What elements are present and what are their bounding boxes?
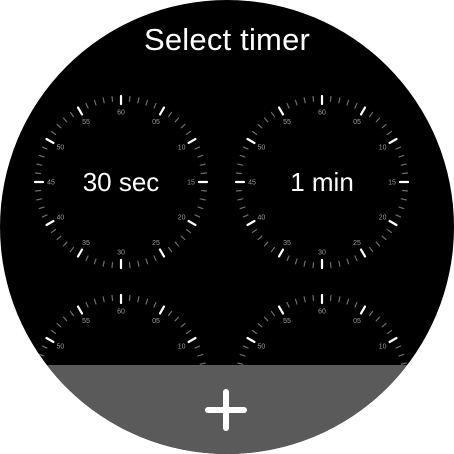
add-timer-button[interactable] [0,365,454,454]
watch-screen: Select timer 60 05 10 15 20 25 30 35 40 45 50 55 30… [0,0,454,454]
page-title: Select timer [143,22,311,57]
timer-30-sec[interactable]: 60 05 10 15 20 25 30 35 40 45 50 55 30 sec [33,94,209,270]
timer-label: 30 sec [82,166,160,197]
timer-1-min[interactable]: 60 05 10 15 20 25 30 35 40 45 50 55 1 min [234,94,410,270]
plus-icon [205,389,247,431]
timer-label: 1 min [290,166,354,197]
